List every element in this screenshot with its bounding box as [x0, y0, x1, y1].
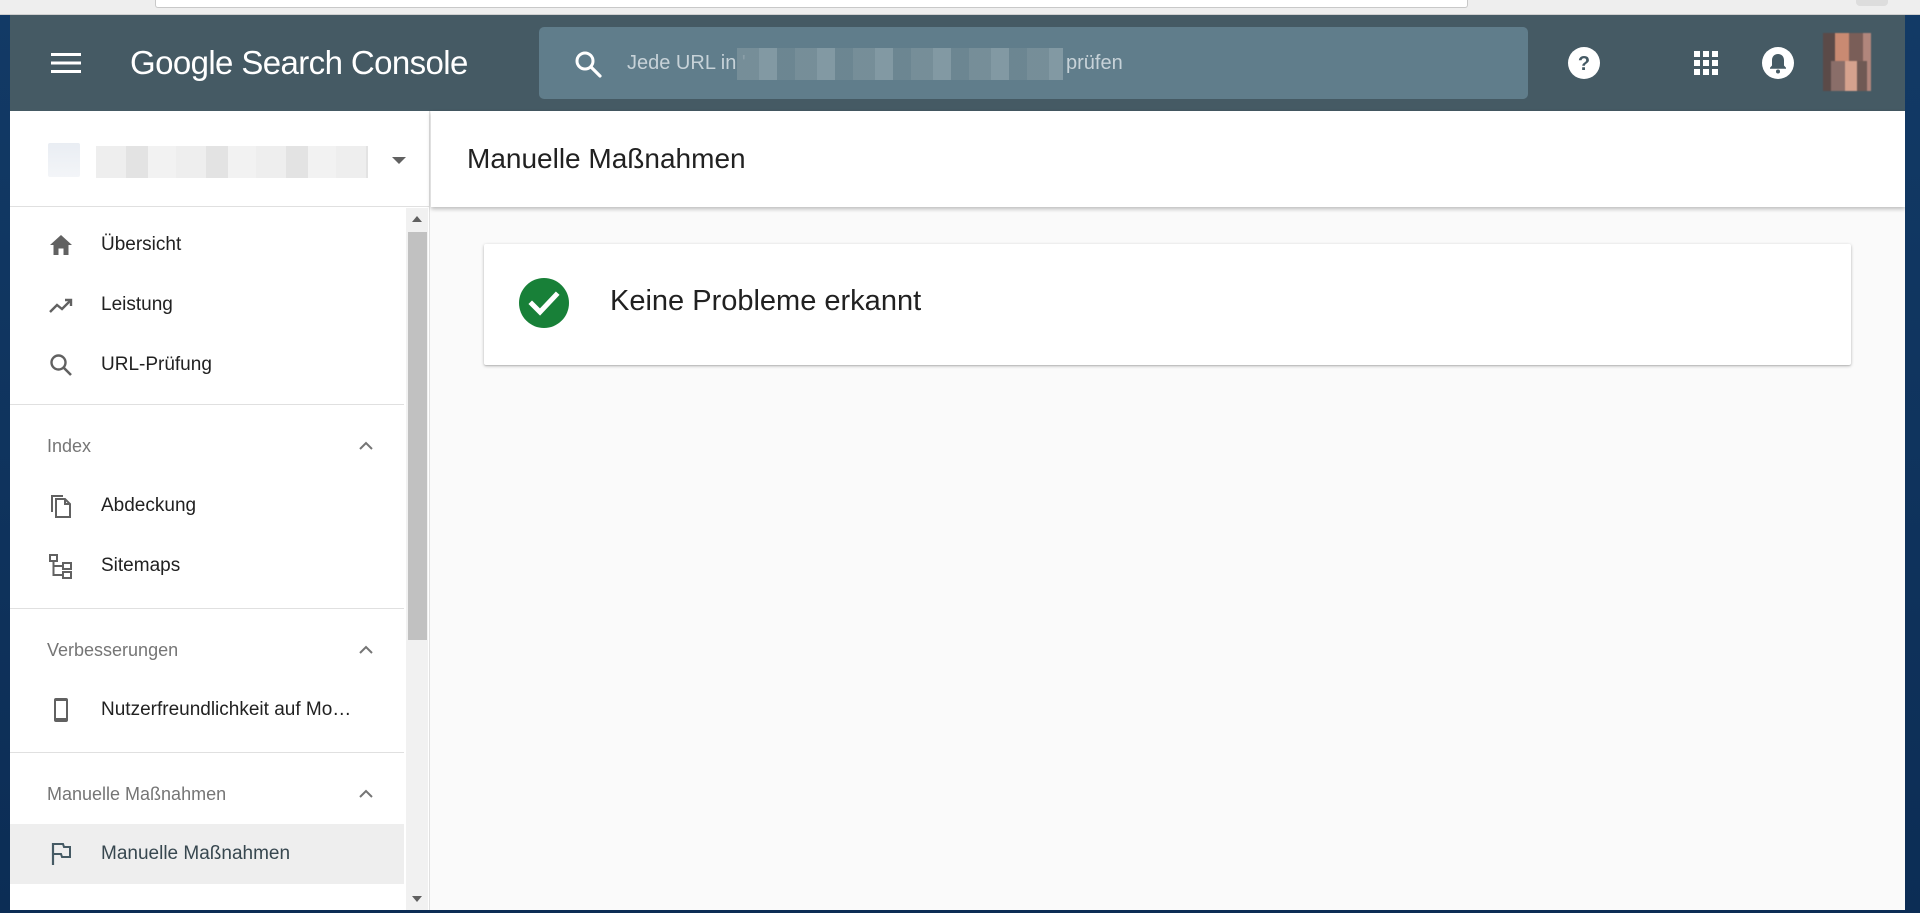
scrollbar-thumb[interactable] — [408, 232, 427, 640]
search-icon — [50, 354, 72, 376]
browser-address-bar[interactable] — [155, 0, 1468, 8]
sidebar-item-label: Manuelle Maßnahmen — [101, 843, 291, 864]
sidebar-item-manuelle-massnahmen[interactable]: Manuelle Maßnahmen — [10, 824, 404, 884]
sidebar-item-label: Leistung — [101, 294, 173, 315]
browser-button[interactable] — [1856, 0, 1888, 6]
page-header: Manuelle Maßnahmen — [431, 111, 1905, 207]
section-title: Index — [47, 436, 92, 456]
menu-icon[interactable] — [51, 51, 81, 75]
section-title: Verbesserungen — [47, 640, 179, 660]
redacted-property-name — [96, 146, 368, 178]
scroll-down-icon[interactable] — [412, 896, 422, 902]
chevron-up-icon[interactable] — [356, 436, 376, 456]
sidebar-item-mobile-usability[interactable]: Nutzerfreundlichkeit auf Mo… — [10, 680, 404, 740]
status-message: Keine Probleme erkannt — [610, 285, 922, 317]
chevron-up-icon[interactable] — [356, 640, 376, 660]
sidebar-item-uebersicht[interactable]: Übersicht — [10, 215, 404, 275]
sidebar-item-sitemaps[interactable]: Sitemaps — [10, 536, 404, 596]
section-header-verbesserungen[interactable]: Verbesserungen — [10, 620, 404, 680]
section-title: Manuelle Maßnahmen — [47, 784, 227, 804]
check-circle-icon — [519, 278, 569, 328]
sitemap-icon — [49, 554, 72, 579]
notifications-icon[interactable] — [1760, 45, 1796, 81]
main-content: Manuelle Maßnahmen Keine Probleme erkann… — [431, 111, 1905, 910]
url-inspection-search[interactable]: Jede URL in ' prüfen — [539, 27, 1528, 99]
sidebar-item-label: Abdeckung — [101, 495, 197, 516]
top-app-bar: Google Search Console Jede URL in ' prüf… — [10, 15, 1905, 111]
sidebar-item-label: URL-Prüfung — [101, 354, 212, 375]
status-card: Keine Probleme erkannt — [484, 244, 1851, 365]
section-header-manuelle-massnahmen[interactable]: Manuelle Maßnahmen — [10, 764, 404, 824]
search-console-app: Google Search Console Jede URL in ' prüf… — [10, 15, 1905, 910]
browser-toolbar — [0, 0, 1920, 15]
help-icon[interactable]: ? — [1566, 45, 1602, 81]
copy-pages-icon — [51, 495, 71, 518]
chevron-up-icon[interactable] — [356, 784, 376, 804]
sidebar-item-label: Sitemaps — [101, 555, 181, 576]
app-logo[interactable]: Google Search Console — [130, 41, 468, 85]
search-placeholder: Jede URL in ' — [627, 52, 746, 74]
sidebar-nav: Übersicht Leistung URL-Prüfung Index Abd… — [10, 208, 430, 910]
section-header-index[interactable]: Index — [10, 416, 404, 476]
apps-icon[interactable] — [1688, 45, 1724, 81]
smartphone-icon — [54, 698, 68, 722]
redacted-property-url — [737, 48, 1063, 80]
home-icon — [50, 235, 72, 255]
sidebar-item-url-pruefung[interactable]: URL-Prüfung — [10, 335, 404, 395]
divider — [10, 608, 404, 609]
divider — [10, 752, 404, 753]
sidebar-item-label: Nutzerfreundlichkeit auf Mo… — [101, 699, 352, 720]
sidebar-item-abdeckung[interactable]: Abdeckung — [10, 476, 404, 536]
dropdown-caret-icon[interactable] — [392, 157, 406, 164]
property-favicon — [48, 143, 80, 177]
property-selector[interactable] — [10, 111, 430, 207]
search-icon — [575, 51, 602, 78]
sidebar-item-leistung[interactable]: Leistung — [10, 275, 404, 335]
sidebar-scrollbar[interactable] — [406, 208, 428, 910]
scroll-up-icon[interactable] — [412, 216, 422, 222]
flag-icon — [51, 843, 71, 865]
desktop-frame: Google Search Console Jede URL in ' prüf… — [0, 0, 1920, 913]
sidebar: Übersicht Leistung URL-Prüfung Index Abd… — [10, 111, 430, 910]
page-title: Manuelle Maßnahmen — [467, 143, 746, 174]
svg-text:?: ? — [1578, 53, 1590, 75]
trending-up-icon — [49, 298, 73, 313]
avatar[interactable] — [1823, 33, 1871, 91]
sidebar-item-label: Übersicht — [101, 234, 182, 255]
divider — [10, 404, 404, 405]
search-placeholder-suffix: prüfen — [1066, 52, 1123, 74]
